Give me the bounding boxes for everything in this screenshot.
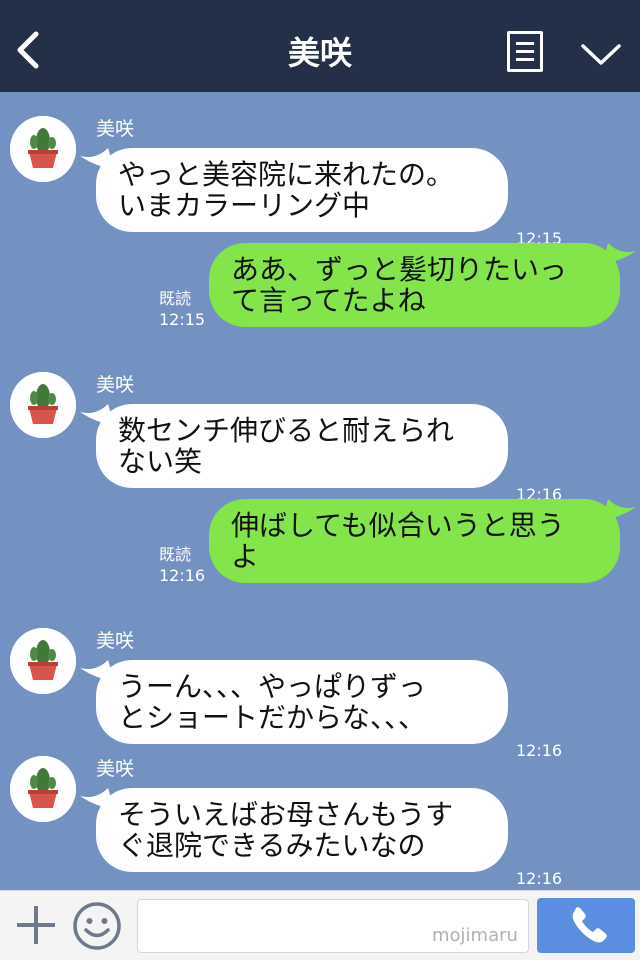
message-line: て言ってたよね: [231, 284, 426, 317]
message-line: ああ、ずっと髪切りたいっ: [231, 253, 568, 286]
cactus-pot-icon: [10, 116, 76, 182]
message-input[interactable]: [137, 899, 529, 953]
sender-name: 美咲: [96, 374, 135, 396]
bubble-tail: [80, 788, 114, 808]
phone-icon: [572, 907, 607, 943]
menu-icon-line: [516, 50, 534, 53]
avatar[interactable]: [10, 372, 76, 438]
message-bubble[interactable]: ああ、ずっと髪切りたいっ て言ってたよね: [209, 243, 636, 327]
message-line: とショートだからな、、、: [118, 701, 427, 734]
message-time: 12:16: [516, 869, 563, 888]
add-button[interactable]: [14, 903, 58, 947]
message-time: 12:16: [159, 566, 206, 585]
avatar[interactable]: [10, 116, 76, 182]
message-line: やっと美容院に来れたの。: [118, 158, 455, 191]
sender-name: 美咲: [96, 118, 135, 140]
message-line: 数センチ伸びると耐えられ: [118, 414, 455, 447]
message-bubble[interactable]: 伸ばしても似合いうと思う よ: [209, 499, 636, 583]
bubble-tail: [602, 499, 636, 519]
back-button[interactable]: [10, 26, 50, 74]
input-bar: mojimaru: [0, 890, 640, 960]
read-receipt: 既読 12:16: [159, 544, 205, 586]
avatar[interactable]: [10, 756, 76, 822]
message-bubble[interactable]: 数センチ伸びると耐えられ ない笑: [80, 404, 508, 488]
chevron-down-icon: [581, 44, 621, 65]
read-status: 既読: [159, 545, 192, 564]
message-bubble[interactable]: そういえばお母さんもうす ぐ退院できるみたいなの: [80, 788, 508, 872]
chat-title: 美咲: [287, 34, 352, 72]
message-bubble[interactable]: やっと美容院に来れたの。 いまカラーリング中: [80, 148, 508, 232]
bubble-tail: [80, 660, 114, 680]
cactus-pot-icon: [10, 756, 76, 822]
chevron-left-icon: [17, 31, 39, 69]
message-line: ない笑: [118, 445, 203, 478]
menu-icon-line: [516, 58, 534, 61]
message-line: ぐ退院できるみたいなの: [118, 829, 426, 862]
bubble-tail: [80, 148, 114, 168]
avatar[interactable]: [10, 628, 76, 694]
bubble-tail: [80, 404, 114, 424]
read-receipt: 既読 12:15: [159, 288, 205, 330]
smiley-icon: [73, 902, 121, 950]
message-line: うーん、、、やっぱりずっ: [118, 670, 427, 703]
message-bubble[interactable]: うーん、、、やっぱりずっ とショートだからな、、、: [80, 660, 508, 744]
menu-icon: [516, 42, 534, 45]
bubble-tail: [602, 243, 636, 263]
read-status: 既読: [159, 289, 192, 308]
chat-area[interactable]: 美咲 やっと美容院に来れたの。 いまカラーリング中 12:15 既読 12:15…: [0, 92, 640, 890]
chat-header: 美咲: [0, 0, 640, 92]
call-button[interactable]: [537, 898, 635, 953]
sender-name: 美咲: [96, 630, 135, 652]
message-line: いまカラーリング中: [118, 189, 371, 222]
menu-button[interactable]: [507, 31, 543, 72]
sender-name: 美咲: [96, 758, 135, 780]
emoji-button[interactable]: [72, 901, 122, 951]
message-line: そういえばお母さんもうす: [118, 798, 454, 831]
collapse-button[interactable]: [578, 36, 624, 72]
plus-icon: [17, 906, 55, 944]
message-line: 伸ばしても似合いうと思う: [231, 509, 565, 542]
message-time: 12:16: [516, 741, 563, 760]
cactus-pot-icon: [10, 628, 76, 694]
cactus-pot-icon: [10, 372, 76, 438]
message-time: 12:15: [159, 310, 206, 329]
message-line: よ: [231, 540, 260, 573]
